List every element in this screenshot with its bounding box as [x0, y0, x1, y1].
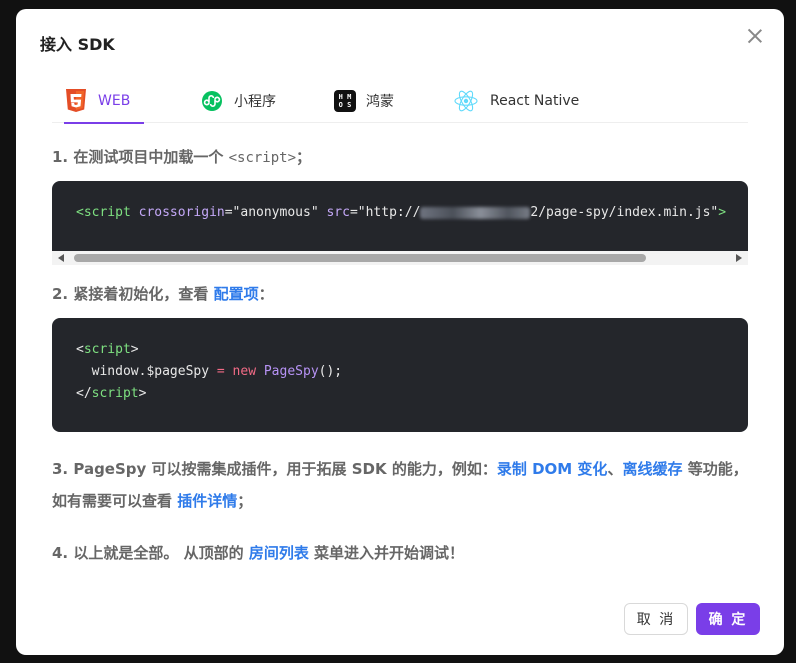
step-2: 2. 紧接着初始化，查看 配置项： [52, 278, 748, 310]
code-lt-slash: </ [76, 386, 92, 401]
step-4-text: 4. 以上就是全部。 从顶部的 [52, 544, 249, 562]
horizontal-scrollbar[interactable] [52, 251, 748, 265]
step-3-sep: 、 [607, 460, 623, 478]
code-fn: PageSpy [263, 364, 319, 379]
step-1-suffix: ； [296, 148, 312, 166]
tab-harmonyos-label: 鸿蒙 [366, 94, 394, 110]
code-val-src-start: "http:// [357, 205, 421, 220]
step-1-code: <script> [228, 150, 297, 166]
step-3-suffix: ； [237, 492, 253, 510]
step-2-text: 2. 紧接着初始化，查看 [52, 285, 214, 303]
step-4-suffix: 菜单进入并开始调试！ [308, 544, 465, 562]
tab-react-native[interactable]: React Native [452, 79, 579, 123]
code-attr-crossorigin: crossorigin [138, 205, 225, 220]
script-tag-line: <script crossorigin="anonymous" src="htt… [76, 205, 726, 220]
step-1: 1. 在测试项目中加载一个 <script>； [52, 141, 748, 174]
code-new: new [232, 364, 257, 379]
platform-tabs: WEB 小程序 H M O S 鸿蒙 React Native [52, 79, 748, 124]
code-line-3: </script> [76, 386, 146, 401]
step-2-suffix: ： [258, 285, 274, 303]
step-3: 3. PageSpy 可以按需集成插件，用于拓展 SDK 的能力，例如：录制 D… [52, 453, 748, 517]
step-1-text: 1. 在测试项目中加载一个 [52, 148, 229, 166]
code-line-2: window.$pageSpy = new PageSpy(); [76, 364, 343, 379]
code-lt: < [76, 342, 84, 357]
harmonyos-logo-top: H M [338, 93, 352, 101]
scrollbar-thumb[interactable] [74, 254, 646, 262]
step-4: 4. 以上就是全部。 从顶部的 房间列表 菜单进入并开始调试！ [52, 537, 748, 569]
html5-icon [64, 89, 88, 113]
harmonyos-icon: H M O S [334, 90, 356, 112]
code-tag-open: <script [76, 205, 131, 220]
offline-cache-link[interactable]: 离线缓存 [622, 460, 682, 478]
modal-title: 接入 SDK [40, 35, 115, 54]
code-gt: > [130, 342, 139, 357]
code-val-src-end: 2/page-spy/index.min.js" [530, 205, 719, 220]
init-code-block[interactable]: <script> window.$pageSpy = new PageSpy()… [52, 318, 748, 432]
react-icon [452, 89, 480, 113]
tab-harmonyos[interactable]: H M O S 鸿蒙 [334, 79, 394, 123]
code-tag-script: script [91, 386, 139, 401]
code-var: window.$pageSpy [76, 364, 210, 379]
tab-react-native-label: React Native [490, 93, 580, 109]
scroll-left-arrow-icon[interactable] [58, 254, 64, 262]
tab-web[interactable]: WEB [64, 79, 144, 124]
tab-miniprogram-label: 小程序 [234, 94, 276, 110]
config-link[interactable]: 配置项 [214, 285, 259, 303]
code-tag-close: > [718, 205, 727, 220]
close-icon[interactable] [746, 27, 764, 45]
code-assign: = [209, 364, 233, 379]
miniprogram-icon [200, 89, 224, 113]
plugin-details-link[interactable]: 插件详情 [177, 492, 237, 510]
script-tag-code-block[interactable]: <script crossorigin="anonymous" src="htt… [52, 181, 748, 251]
harmonyos-logo-bottom: O S [338, 101, 352, 109]
room-list-link[interactable]: 房间列表 [249, 544, 309, 562]
cancel-button[interactable]: 取 消 [624, 603, 688, 635]
code-gt: > [138, 386, 147, 401]
step-3-text: 3. PageSpy 可以按需集成插件，用于拓展 SDK 的能力，例如： [52, 460, 497, 478]
record-dom-link[interactable]: 录制 DOM 变化 [497, 460, 608, 478]
tab-miniprogram[interactable]: 小程序 [200, 79, 276, 123]
code-eq: = [349, 205, 358, 220]
scroll-right-arrow-icon[interactable] [736, 254, 742, 262]
sdk-modal: 接入 SDK WEB 小程序 H M O S 鸿蒙 React Native 1… [16, 9, 784, 655]
code-attr-src: src [326, 205, 350, 220]
code-line-1: <script> [76, 342, 139, 357]
code-call: (); [318, 364, 343, 379]
tab-web-label: WEB [98, 93, 131, 109]
code-tag-script: script [83, 342, 131, 357]
code-val-anonymous: "anonymous" [232, 205, 319, 220]
confirm-button[interactable]: 确 定 [696, 603, 760, 635]
redacted-host [420, 206, 531, 219]
code-eq: = [224, 205, 233, 220]
